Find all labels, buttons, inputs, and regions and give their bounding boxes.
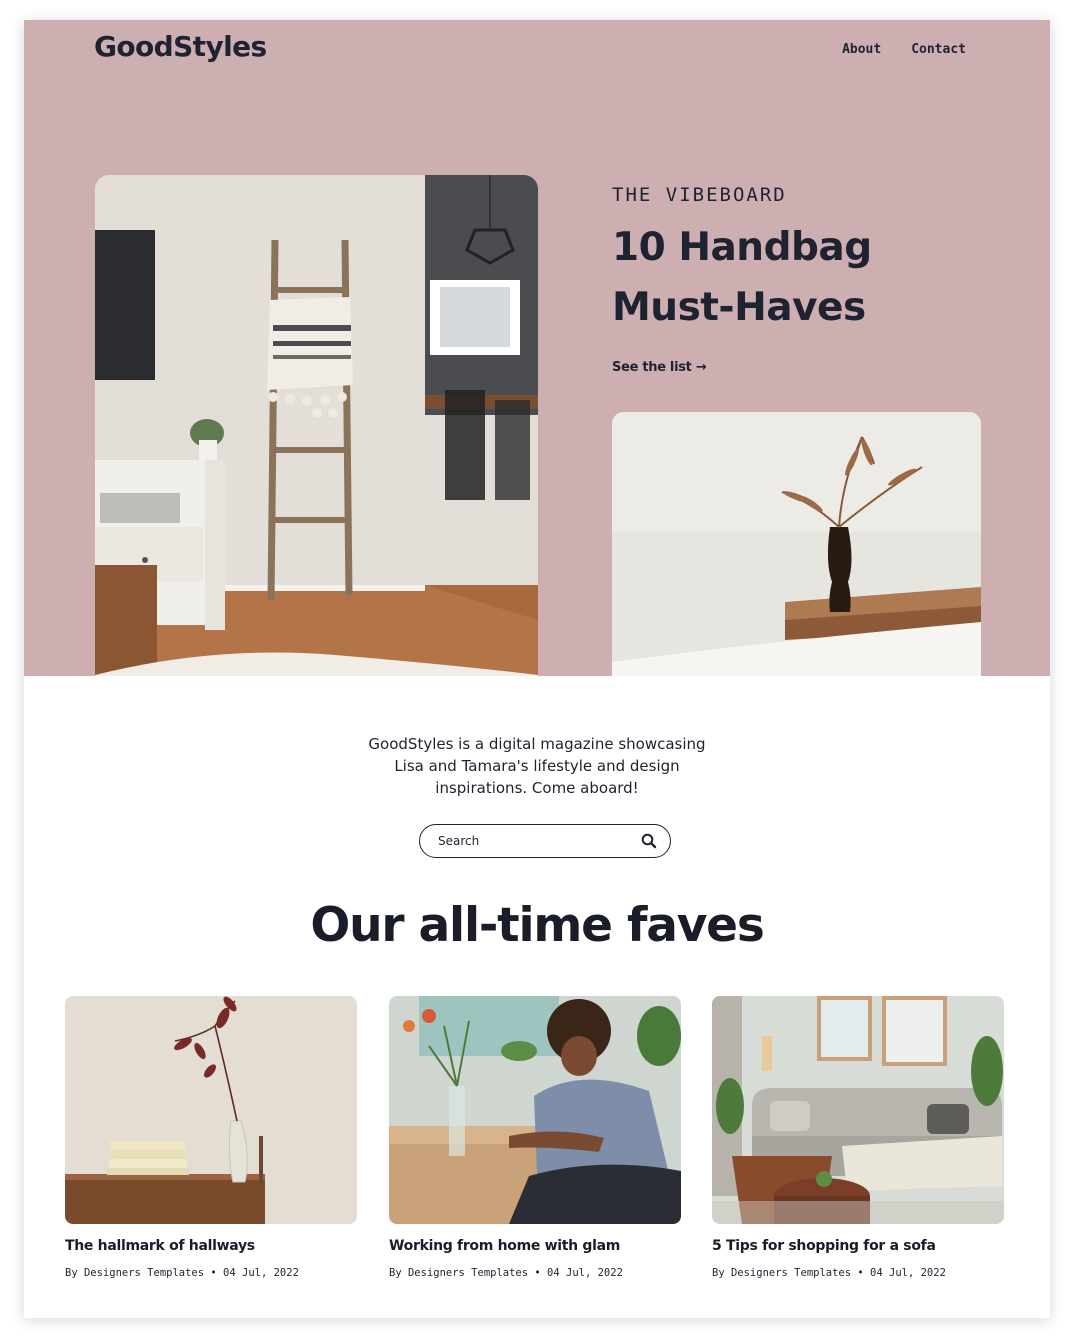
hero-section: GoodStyles About Contact THE VIBEBOARD 1… [24,20,1050,676]
search-icon[interactable] [641,833,657,849]
see-the-list-link[interactable]: See the list → [612,360,707,375]
hero-image-living-room[interactable] [95,175,538,676]
article-image[interactable] [389,996,681,1224]
nav-link-contact[interactable]: Contact [911,42,966,57]
hero-headline[interactable]: 10 Handbag Must-Haves [612,218,942,338]
site-logo[interactable]: GoodStyles [94,30,267,63]
hero-image-vase[interactable] [612,412,981,676]
article-image[interactable] [712,996,1004,1224]
faves-section-title: Our all-time faves [310,898,764,953]
search-input[interactable] [438,834,638,848]
article-image[interactable] [65,996,357,1224]
article-title[interactable]: The hallmark of hallways [65,1238,357,1254]
article-card-hallways[interactable]: The hallmark of hallways By Designers Te… [65,996,357,1279]
site-description: GoodStyles is a digital magazine showcas… [368,735,706,797]
search-box[interactable] [419,824,671,858]
nav-link-about[interactable]: About [842,42,881,57]
article-meta: By Designers Templates • 04 Jul, 2022 [712,1267,946,1279]
article-title[interactable]: Working from home with glam [389,1238,681,1254]
article-card-sofa-tips[interactable]: 5 Tips for shopping for a sofa By Design… [712,996,1004,1279]
hero-kicker: THE VIBEBOARD [612,184,787,206]
top-nav: About Contact [842,42,966,57]
article-card-work-from-home[interactable]: Working from home with glam By Designers… [389,996,681,1279]
article-meta: By Designers Templates • 04 Jul, 2022 [65,1267,299,1279]
page: GoodStyles About Contact THE VIBEBOARD 1… [24,20,1050,1318]
article-title[interactable]: 5 Tips for shopping for a sofa [712,1238,1004,1254]
article-meta: By Designers Templates • 04 Jul, 2022 [389,1267,623,1279]
